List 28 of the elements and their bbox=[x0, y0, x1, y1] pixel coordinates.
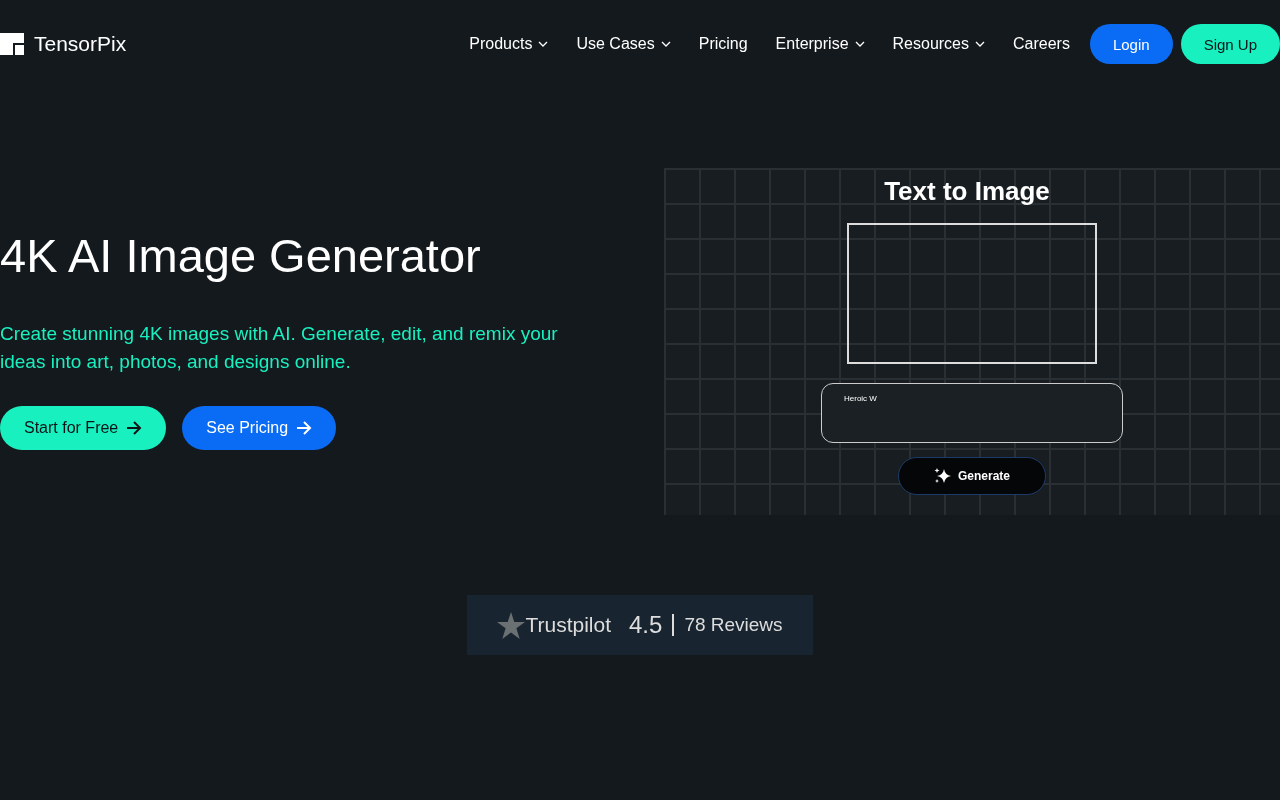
generate-button[interactable]: Generate bbox=[898, 457, 1046, 495]
brand-name: Trustpilot bbox=[525, 613, 611, 637]
see-pricing-button[interactable]: See Pricing bbox=[182, 406, 337, 451]
logo-text: TensorPix bbox=[34, 32, 127, 56]
review-count: 78 Reviews bbox=[684, 614, 783, 636]
chevron-down-icon bbox=[975, 41, 985, 47]
login-button[interactable]: Login bbox=[1089, 24, 1173, 64]
chevron-down-icon bbox=[854, 41, 865, 47]
nav-link[interactable]: Careers bbox=[1013, 35, 1070, 53]
arrow-right-icon bbox=[126, 421, 143, 436]
logo-icon bbox=[0, 31, 26, 57]
demo-title: Text to Image bbox=[884, 176, 1050, 207]
hero-title: 4K AI Image Generator bbox=[0, 228, 481, 284]
nav-link[interactable]: Pricing bbox=[698, 35, 748, 53]
rating-score: 4.5 bbox=[629, 611, 663, 639]
nav-dropdown[interactable]: Use Cases bbox=[576, 35, 671, 53]
nav-dropdown[interactable]: Enterprise bbox=[775, 35, 865, 53]
nav-dropdown[interactable]: Resources bbox=[892, 35, 985, 53]
hero-subtitle: Create stunning 4K images with AI. Generate, edit, and remix your ideas into art, photos, and designs online. bbox=[0, 322, 559, 375]
arrow-right-icon bbox=[296, 421, 313, 436]
sparkle-icon bbox=[934, 467, 952, 485]
star-icon bbox=[497, 611, 526, 639]
sign-up-button[interactable]: Sign Up bbox=[1180, 24, 1280, 64]
start-free-button[interactable]: Start for Free bbox=[0, 406, 167, 451]
chevron-down-icon bbox=[538, 41, 549, 47]
prompt-field[interactable]: Heroic W bbox=[821, 383, 1123, 443]
chevron-down-icon bbox=[660, 41, 671, 47]
nav-dropdown[interactable]: Products bbox=[469, 35, 549, 53]
